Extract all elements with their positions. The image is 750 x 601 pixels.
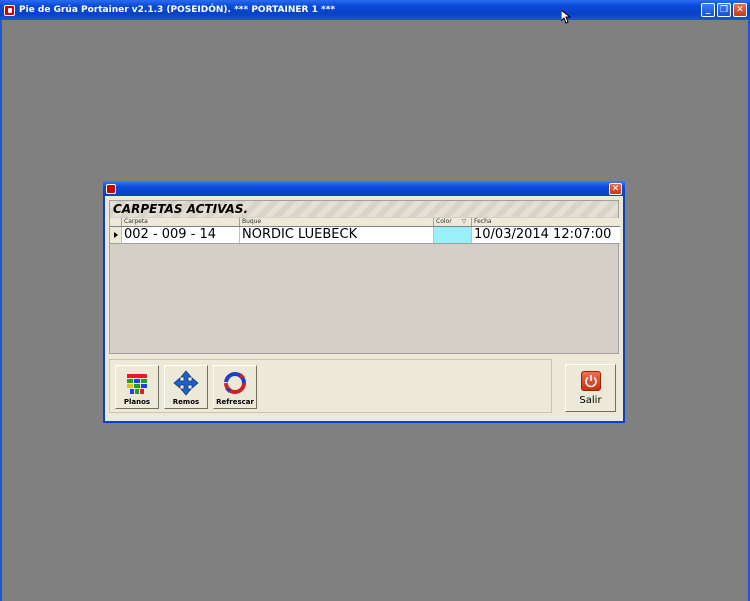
- power-icon: [580, 370, 601, 391]
- table-row[interactable]: 002 - 009 - 14 NORDIC LUEBECK 10/03/2014…: [110, 227, 620, 244]
- panel-title: CARPETAS ACTIVAS.: [110, 201, 618, 217]
- app-icon[interactable]: [4, 4, 15, 16]
- remos-label: Remos: [172, 398, 200, 406]
- cell-color-swatch[interactable]: [434, 227, 472, 243]
- active-folders-dialog: ✕ CARPETAS ACTIVAS. Carpeta Buque Color ▽…: [103, 181, 625, 423]
- active-folders-panel: CARPETAS ACTIVAS. Carpeta Buque Color ▽ F…: [109, 200, 620, 354]
- minimize-button[interactable]: _: [701, 3, 715, 17]
- refrescar-button[interactable]: Refrescar: [213, 365, 257, 409]
- salir-button[interactable]: Salir: [565, 364, 616, 412]
- sort-down-icon: ▽: [461, 218, 467, 225]
- column-header-fecha[interactable]: Fecha: [472, 218, 620, 226]
- row-pointer-icon: [113, 232, 118, 238]
- app-titlebar[interactable]: Pie de Grúa Portainer v2.1.3 (POSEIDÓN).…: [0, 0, 750, 20]
- refrescar-label: Refrescar: [216, 398, 254, 406]
- column-header-color-label: Color: [436, 218, 452, 225]
- window-frame-left: [0, 20, 2, 601]
- column-header-buque[interactable]: Buque: [240, 218, 434, 226]
- move-arrows-icon: [173, 370, 199, 396]
- close-button[interactable]: ✕: [733, 3, 747, 17]
- grid-plan-icon: [127, 374, 147, 394]
- action-toolbar: Planos Remos Refrescar: [109, 359, 552, 413]
- restore-button[interactable]: ❐: [717, 3, 731, 17]
- header-indicator: [110, 218, 122, 226]
- row-indicator[interactable]: [110, 227, 122, 243]
- column-header-color[interactable]: Color ▽: [434, 218, 472, 226]
- column-header-carpeta[interactable]: Carpeta: [122, 218, 240, 226]
- grid-header: Carpeta Buque Color ▽ Fecha: [110, 218, 620, 227]
- planos-button[interactable]: Planos: [115, 365, 159, 409]
- cell-fecha[interactable]: 10/03/2014 12:07:00: [472, 227, 620, 243]
- dialog-close-button[interactable]: ✕: [609, 182, 622, 195]
- cell-carpeta[interactable]: 002 - 009 - 14: [122, 227, 240, 243]
- salir-label: Salir: [579, 394, 602, 406]
- dialog-app-icon[interactable]: [106, 183, 116, 194]
- app-title: Pie de Grúa Portainer v2.1.3 (POSEIDÓN).…: [19, 5, 336, 15]
- refresh-icon: [224, 372, 246, 394]
- remos-button[interactable]: Remos: [164, 365, 208, 409]
- dialog-titlebar[interactable]: ✕: [103, 181, 625, 196]
- cell-buque[interactable]: NORDIC LUEBECK: [240, 227, 434, 243]
- planos-label: Planos: [123, 398, 151, 406]
- folders-grid[interactable]: Carpeta Buque Color ▽ Fecha 002 - 009 - 1…: [110, 218, 620, 244]
